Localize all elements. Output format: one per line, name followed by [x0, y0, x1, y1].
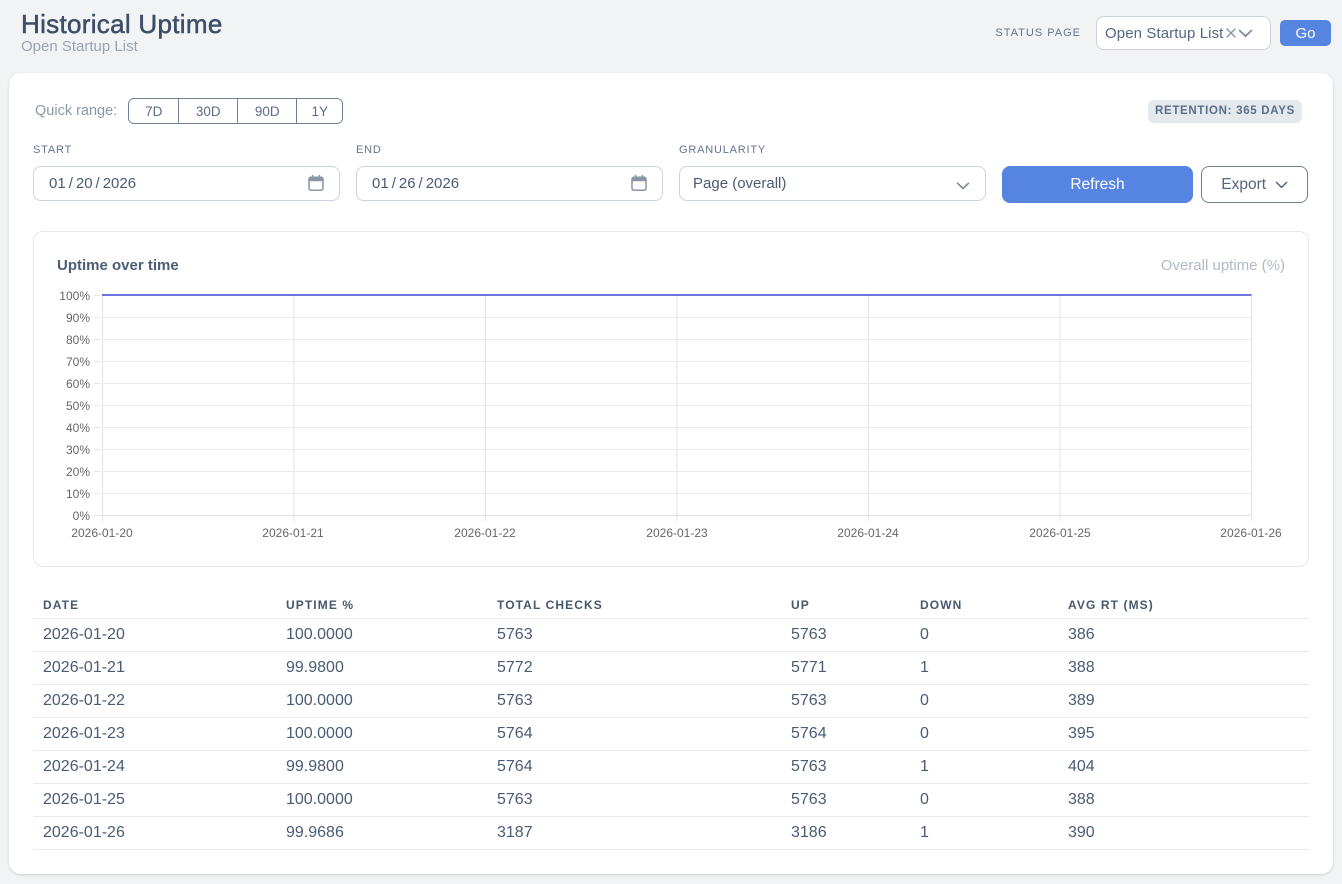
svg-text:20%: 20%: [66, 465, 90, 479]
svg-text:2026-01-23: 2026-01-23: [646, 526, 708, 540]
svg-text:100%: 100%: [59, 289, 90, 303]
svg-text:50%: 50%: [66, 399, 90, 413]
svg-text:70%: 70%: [66, 355, 90, 369]
svg-text:2026-01-21: 2026-01-21: [262, 526, 324, 540]
svg-text:2026-01-24: 2026-01-24: [837, 526, 899, 540]
svg-text:60%: 60%: [66, 377, 90, 391]
svg-text:10%: 10%: [66, 487, 90, 501]
svg-text:2026-01-25: 2026-01-25: [1029, 526, 1091, 540]
svg-text:90%: 90%: [66, 311, 90, 325]
svg-text:80%: 80%: [66, 333, 90, 347]
svg-text:2026-01-26: 2026-01-26: [1220, 526, 1282, 540]
svg-text:30%: 30%: [66, 443, 90, 457]
svg-text:0%: 0%: [73, 509, 91, 523]
svg-text:40%: 40%: [66, 421, 90, 435]
svg-text:2026-01-20: 2026-01-20: [71, 526, 133, 540]
svg-text:2026-01-22: 2026-01-22: [454, 526, 516, 540]
